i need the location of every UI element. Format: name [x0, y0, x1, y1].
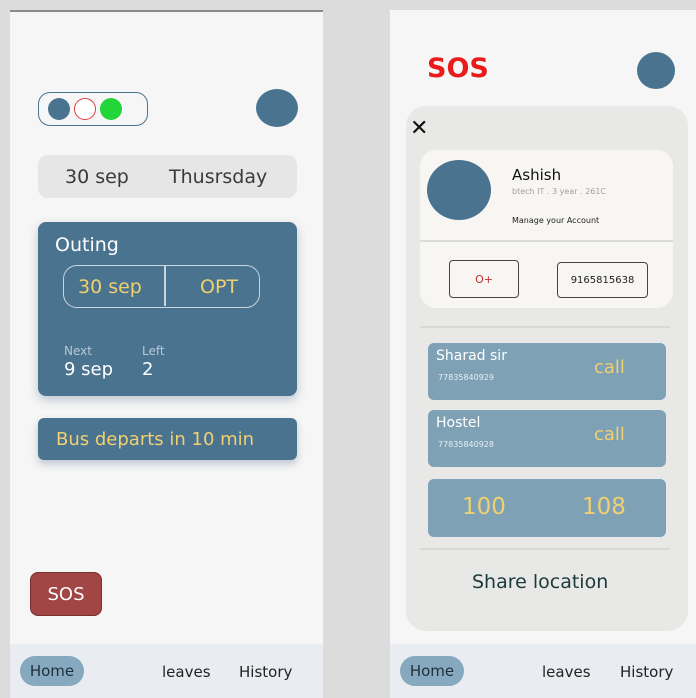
profile-card: Ashish btech IT . 3 year . 261C Manage y… [420, 150, 673, 308]
outing-date-option[interactable]: 30 sep [78, 276, 142, 298]
emergency-numbers: 100 108 [428, 479, 666, 537]
divider [420, 326, 670, 328]
outing-opt-option[interactable]: OPT [200, 276, 238, 298]
status-toggle[interactable] [38, 92, 148, 126]
outing-card[interactable]: Outing 30 sep OPT Next 9 sep Left 2 [38, 222, 297, 396]
contact-name: Sharad sir [436, 348, 507, 364]
outing-title: Outing [55, 234, 119, 256]
bottom-nav: Home leaves History [390, 644, 696, 698]
call-button[interactable]: call [594, 424, 625, 445]
status-dot-green[interactable] [100, 98, 122, 120]
avatar[interactable] [637, 52, 675, 89]
profile-avatar [427, 160, 491, 220]
next-label: Next [64, 344, 92, 358]
manage-account-link[interactable]: Manage your Account [512, 216, 599, 225]
status-dot-red[interactable] [74, 98, 96, 120]
close-icon[interactable]: ✕ [410, 116, 428, 141]
nav-history[interactable]: History [620, 663, 673, 681]
segment-divider [164, 266, 166, 306]
contact-number: 77835840928 [438, 440, 494, 449]
status-dot-blue[interactable] [48, 98, 70, 120]
contact-name: Hostel [436, 415, 481, 431]
sos-screen: SOS ✕ Ashish btech IT . 3 year . 261C Ma… [390, 10, 696, 698]
nav-leaves[interactable]: leaves [162, 663, 211, 681]
nav-home[interactable]: Home [400, 656, 464, 686]
current-date: 30 sep [65, 165, 129, 188]
nav-history[interactable]: History [239, 663, 292, 681]
next-value: 9 sep [64, 359, 114, 380]
contact-number: 77835840929 [438, 373, 494, 382]
home-screen: 30 sep Thusrsday Outing 30 sep OPT Next … [10, 10, 323, 698]
ambulance-call-button[interactable]: 108 [582, 494, 626, 520]
police-call-button[interactable]: 100 [462, 494, 506, 520]
contact-card: Hostel 77835840928 call [428, 410, 666, 467]
bottom-nav: Home leaves History [10, 644, 323, 698]
divider [420, 548, 670, 550]
left-label: Left [142, 344, 165, 358]
sos-button[interactable]: SOS [30, 572, 102, 616]
contact-card: Sharad sir 77835840929 call [428, 343, 666, 400]
nav-home[interactable]: Home [20, 656, 84, 686]
call-button[interactable]: call [594, 357, 625, 378]
phone-number-badge: 9165815638 [557, 262, 648, 298]
page-title: SOS [427, 53, 489, 84]
avatar[interactable] [256, 89, 298, 127]
blood-group-badge: O+ [449, 260, 519, 298]
profile-name: Ashish [512, 166, 562, 184]
share-location-button[interactable]: Share location [472, 571, 608, 593]
profile-subtitle: btech IT . 3 year . 261C [512, 187, 606, 196]
date-bar: 30 sep Thusrsday [38, 155, 297, 198]
left-value: 2 [142, 359, 154, 380]
current-weekday: Thusrsday [169, 165, 268, 188]
outing-segment: 30 sep OPT [63, 265, 260, 308]
divider [420, 240, 673, 242]
bus-status-banner: Bus departs in 10 min [38, 418, 297, 460]
nav-leaves[interactable]: leaves [542, 663, 591, 681]
